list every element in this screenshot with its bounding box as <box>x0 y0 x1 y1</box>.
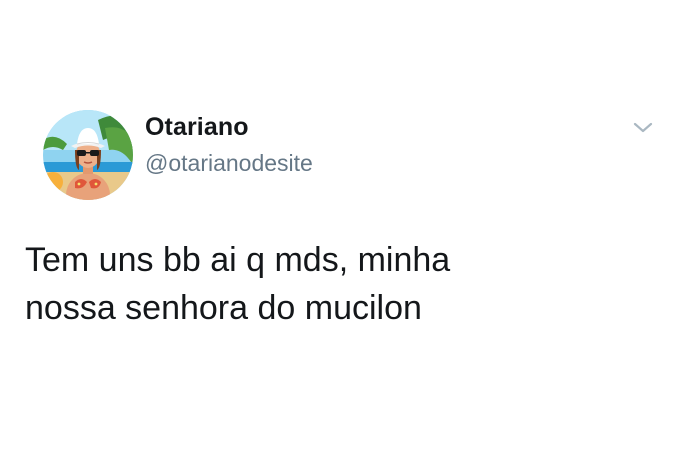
chevron-down-icon[interactable] <box>632 120 654 136</box>
tweet-card: Otariano @otarianodesite Tem uns bb ai q… <box>0 0 677 453</box>
avatar[interactable] <box>43 110 133 200</box>
avatar-image <box>43 110 133 200</box>
user-handle[interactable]: @otarianodesite <box>145 150 313 177</box>
display-name[interactable]: Otariano <box>145 113 249 142</box>
tweet-text: Tem uns bb ai q mds, minha nossa senhora… <box>25 241 451 327</box>
